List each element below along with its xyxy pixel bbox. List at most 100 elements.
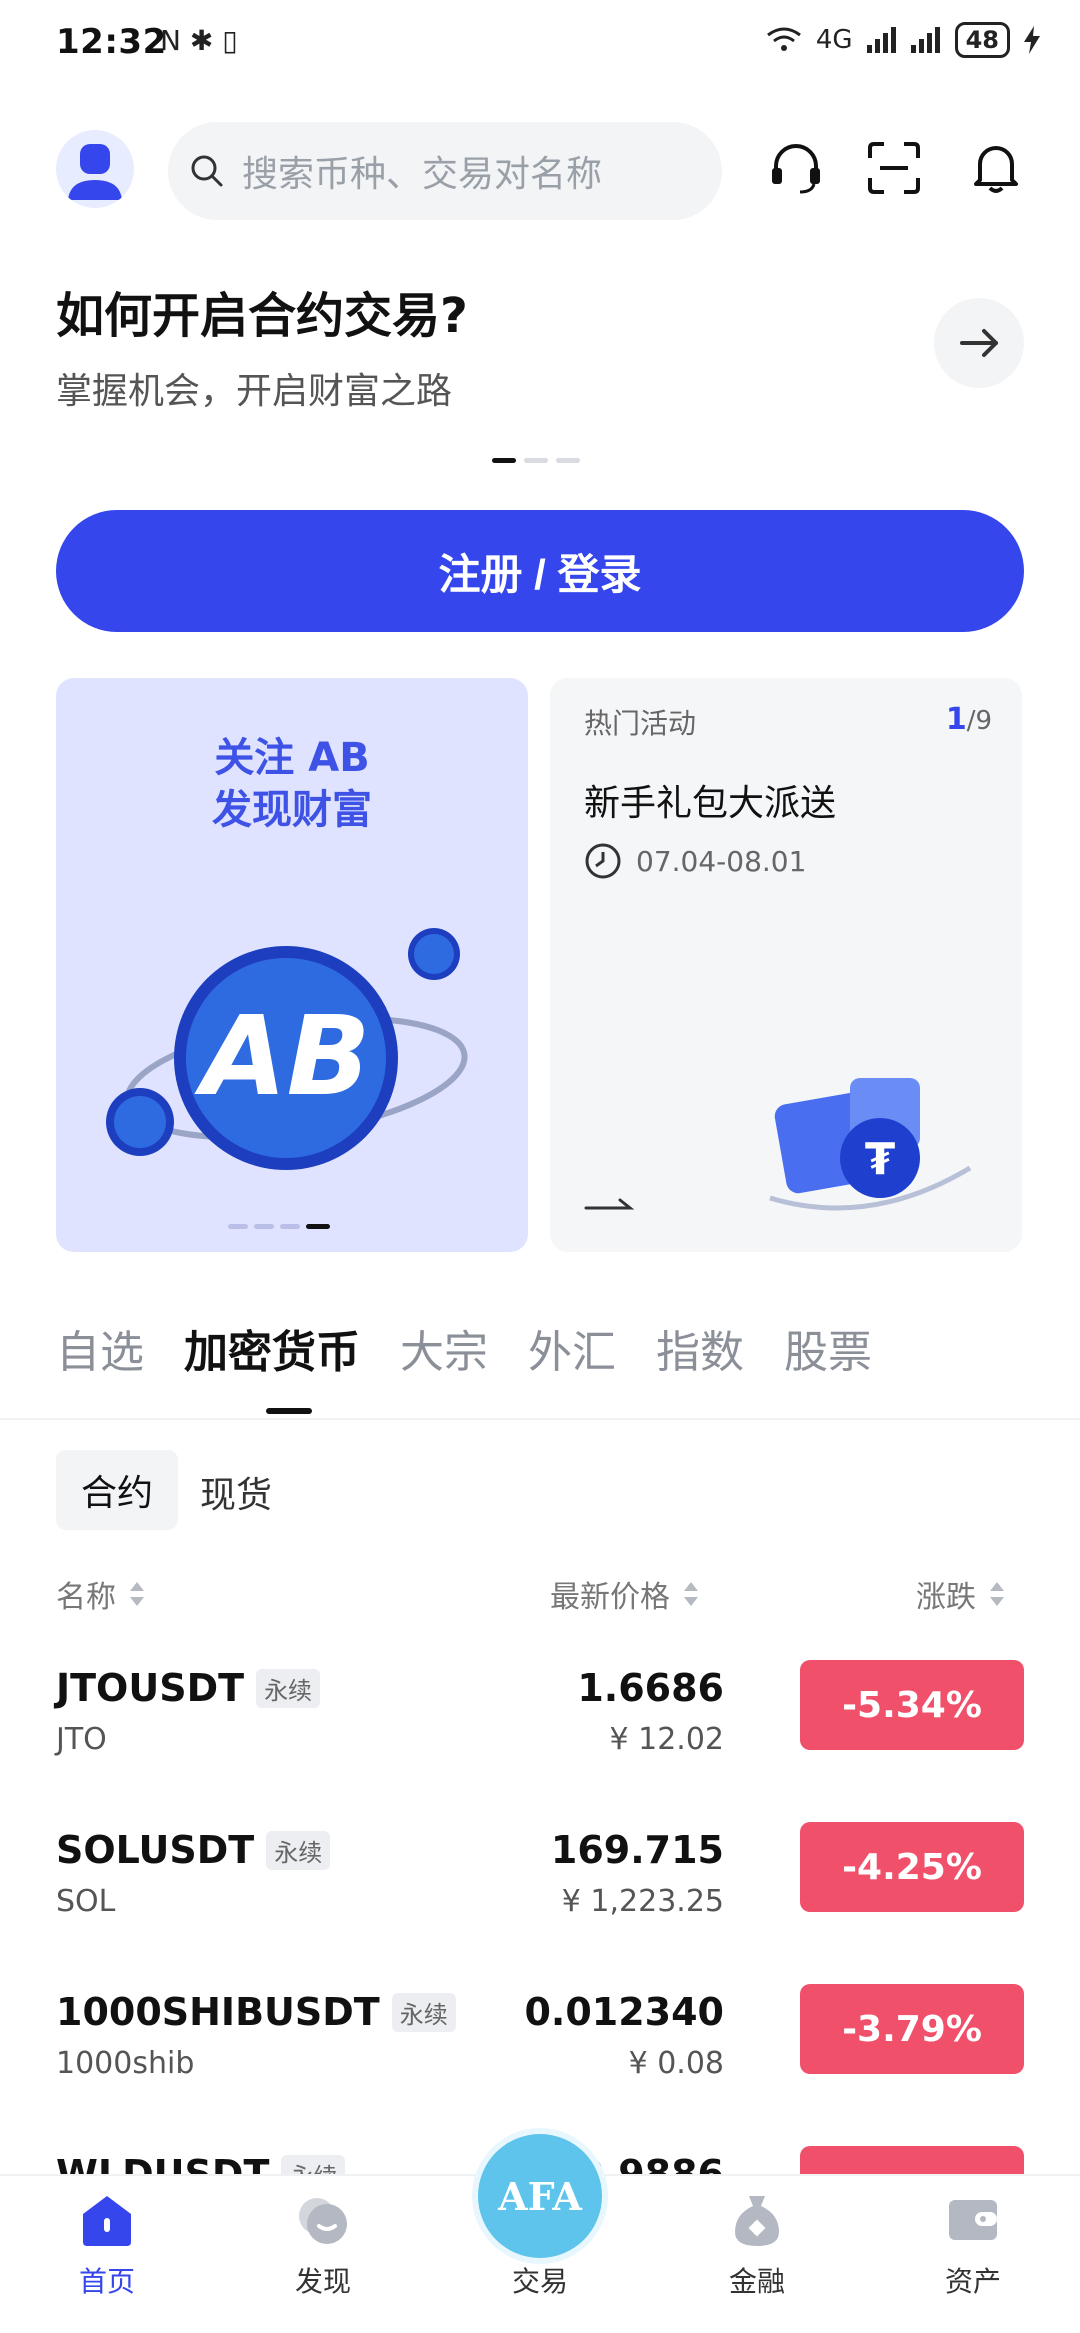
nav-home-label: 首页 [78, 2265, 135, 2298]
search-input[interactable]: 搜索币种、交易对名称 [168, 122, 722, 220]
nav-assets[interactable]: 资产 [908, 2192, 1038, 2300]
tab-forex[interactable]: 外汇 [528, 1316, 616, 1380]
bell-icon[interactable] [966, 138, 1026, 198]
hot-event-label: 热门活动 [584, 707, 697, 740]
hot-event-page-total: /9 [966, 706, 992, 736]
nav-discover[interactable]: 发现 [258, 2192, 388, 2300]
svg-text:AB: AB [194, 992, 371, 1120]
promo-title-line1: 关注 AB [214, 735, 370, 781]
table-row[interactable]: JTOUSDT 永续 JTO 1.6686 ¥ 12.02 -5.34% [0, 1660, 1080, 1822]
nav-finance-label: 金融 [728, 2265, 785, 2298]
nav-discover-label: 发现 [294, 2265, 351, 2298]
search-placeholder: 搜索币种、交易对名称 [242, 154, 603, 195]
symbol-text: JTOUSDT [56, 1666, 245, 1710]
charging-icon [1024, 26, 1040, 54]
nav-trade[interactable]: 交易 [475, 2252, 605, 2300]
avatar-icon [68, 144, 122, 200]
header-change[interactable]: 涨跌 [916, 1572, 1004, 1616]
header-name[interactable]: 名称 [56, 1572, 144, 1616]
banner-title: 如何开启合约交易? [56, 288, 468, 344]
sort-icon [990, 1582, 1004, 1606]
network-type: 4G [815, 25, 853, 55]
trade-logo-icon: AFA [498, 2173, 582, 2219]
perp-tag: 永续 [266, 1830, 331, 1870]
hot-event-date-text: 07.04-08.01 [636, 844, 807, 878]
page-dot [524, 458, 548, 463]
page-dot [556, 458, 580, 463]
home-icon [83, 2196, 131, 2246]
base-asset: 1000shib [56, 2046, 195, 2081]
perp-tag: 永续 [256, 1668, 321, 1708]
clock-icon [585, 843, 621, 879]
avatar[interactable] [56, 130, 134, 208]
nav-home[interactable]: 首页 [42, 2192, 172, 2300]
finance-icon [735, 2196, 779, 2246]
arrow-right-icon [584, 1198, 634, 1210]
promo-card-hot-event[interactable]: 热门活动 1/9 新手礼包大派送 07.04-08.01 ₮ [550, 678, 1022, 1252]
promo-left-pagination [228, 1224, 330, 1229]
subtab-futures[interactable]: 合约 [56, 1450, 178, 1530]
header-price[interactable]: 最新价格 [550, 1572, 698, 1616]
headset-icon[interactable] [766, 138, 826, 198]
symbol: 1000SHIBUSDT 永续 [56, 1990, 456, 2034]
nav-trade-label: 交易 [511, 2265, 568, 2298]
subtab-spot[interactable]: 现货 [200, 1466, 272, 1518]
table-row[interactable]: 1000SHIBUSDT 永续 1000shib 0.012340 ¥ 0.08 … [0, 1984, 1080, 2146]
change-badge: -5.34% [800, 1660, 1024, 1750]
tab-watchlist[interactable]: 自选 [56, 1316, 144, 1380]
symbol: JTOUSDT 永续 [56, 1666, 321, 1710]
search-icon [191, 155, 223, 187]
header-price-label: 最新价格 [550, 1580, 670, 1615]
category-tabs: 自选 加密货币 大宗 外汇 指数 股票 [56, 1316, 912, 1380]
sort-icon [130, 1582, 144, 1606]
status-left-icons: N ✱ ▯ [160, 24, 238, 57]
last-price: 0.012340 [524, 1990, 724, 2034]
hot-event-date: 07.04-08.01 [584, 842, 806, 880]
page-dot-active [306, 1224, 330, 1229]
sort-icon [684, 1582, 698, 1606]
signal-icon-2 [910, 27, 940, 53]
symbol: SOLUSDT 永续 [56, 1828, 331, 1872]
tab-indices[interactable]: 指数 [656, 1316, 744, 1380]
wifi-icon [766, 27, 801, 51]
hot-event-page: 1/9 [946, 702, 992, 737]
ab-coin-illustration: AB [106, 928, 468, 1170]
trade-button[interactable]: AFA [478, 2134, 602, 2258]
banner-pagination [492, 458, 580, 463]
header-change-label: 涨跌 [916, 1580, 976, 1615]
last-price: 169.715 [550, 1828, 724, 1872]
promo-title: 关注 AB 发现财富 [56, 732, 528, 836]
nav-assets-label: 资产 [944, 2265, 1001, 2298]
arrow-right-icon [960, 329, 998, 357]
page-dot [280, 1224, 300, 1229]
change-badge: -4.25% [800, 1822, 1024, 1912]
scan-icon[interactable] [864, 138, 924, 198]
change-badge: -3.79% [800, 1984, 1024, 2074]
nav-finance[interactable]: 金融 [692, 2192, 822, 2300]
active-tab-indicator [266, 1408, 312, 1414]
page-dot [254, 1224, 274, 1229]
wallet-icon [949, 2200, 997, 2240]
status-time: 12:32 [56, 22, 167, 62]
price-cny: ¥ 0.08 [628, 2046, 724, 2081]
hot-event-title: 新手礼包大派送 [584, 783, 837, 824]
tab-stocks[interactable]: 股票 [784, 1316, 872, 1380]
discover-icon [299, 2198, 347, 2244]
base-asset: JTO [56, 1722, 107, 1757]
page-dot-active [492, 458, 516, 463]
page-dot [228, 1224, 248, 1229]
tab-crypto[interactable]: 加密货币 [184, 1316, 360, 1380]
tab-commodities[interactable]: 大宗 [400, 1316, 488, 1380]
last-price: 1.6686 [577, 1666, 724, 1710]
symbol-text: SOLUSDT [56, 1828, 255, 1872]
divider [0, 1418, 1080, 1420]
table-row[interactable]: SOLUSDT 永续 SOL 169.715 ¥ 1,223.25 -4.25% [0, 1822, 1080, 1984]
signal-icon [866, 27, 896, 53]
banner-arrow-button[interactable] [934, 298, 1024, 388]
register-login-button[interactable]: 注册 / 登录 [56, 510, 1024, 632]
status-right: 4G 48 [766, 22, 1040, 58]
price-cny: ¥ 12.02 [609, 1722, 724, 1757]
promo-card-follow[interactable]: 关注 AB 发现财富 AB [56, 678, 528, 1252]
gift-box-illustration: ₮ [769, 1078, 972, 1211]
svg-text:₮: ₮ [865, 1134, 896, 1185]
